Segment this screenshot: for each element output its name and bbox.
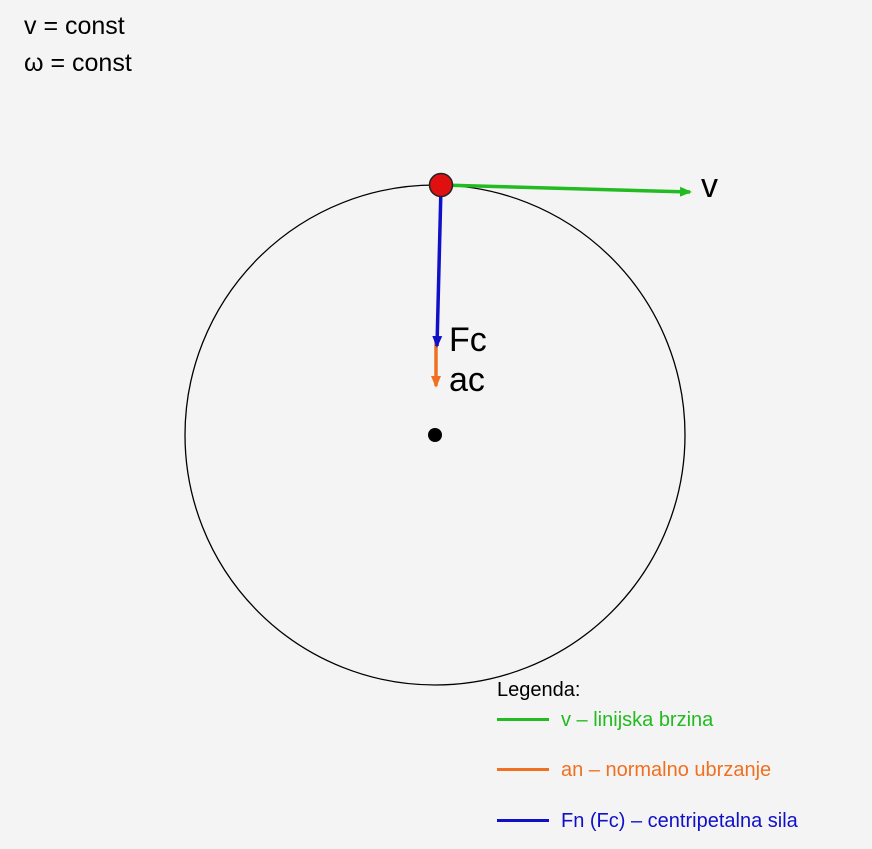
centripetal-force-vector-arrow — [432, 186, 443, 348]
moving-particle — [428, 172, 454, 198]
legend-item-acceleration: an – normalno ubrzanje — [497, 758, 867, 782]
legend-label-force: Fn (Fc) – centripetalna sila — [561, 810, 798, 832]
legend-label-velocity: v – linijska brzina — [561, 709, 714, 731]
legend-swatch-velocity — [497, 718, 549, 721]
legend-swatch-acceleration — [497, 768, 549, 771]
legend-item-force: Fn (Fc) – centripetalna sila — [497, 809, 867, 833]
legend-title: Legenda: — [497, 679, 581, 701]
centripetal-acceleration-label: ac — [449, 361, 485, 399]
legend-swatch-force — [497, 819, 549, 822]
velocity-vector-label: v — [701, 167, 718, 205]
legend-item-velocity: v – linijska brzina — [497, 708, 867, 732]
circle-center-point — [428, 428, 442, 442]
legend-label-acceleration: an – normalno ubrzanje — [561, 759, 772, 781]
legend: Legenda: v – linijska brzina an – normal… — [497, 678, 867, 832]
centripetal-force-label: Fc — [449, 321, 487, 359]
